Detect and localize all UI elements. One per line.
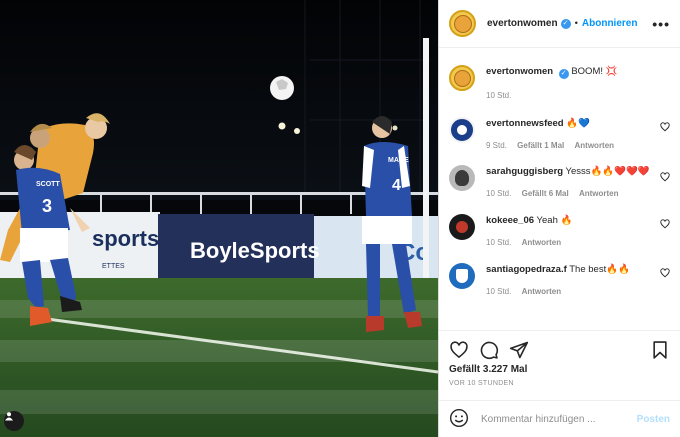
comment: evertonnewsfeed 🔥💙 9 Std. Gefällt 1 Mal … xyxy=(449,102,670,152)
comment-likes[interactable]: Gefällt 6 Mal xyxy=(522,189,569,198)
caption-avatar[interactable] xyxy=(449,65,475,91)
shirt-right-name: MACE xyxy=(388,157,409,164)
add-comment-bar: Kommentar hinzufügen ... Posten xyxy=(439,400,680,437)
match-photo: sports ETTES BoyleSports Co SCOTT 3 MACE… xyxy=(0,0,438,437)
board-text-boyle: BoyleSports xyxy=(190,238,320,263)
comment-text: 🔥💙 xyxy=(566,118,590,129)
tagged-users-icon[interactable] xyxy=(4,411,24,431)
comment-username[interactable]: evertonnewsfeed xyxy=(486,118,564,129)
like-heart-icon[interactable] xyxy=(449,340,469,360)
author-username[interactable]: evertonwomen xyxy=(487,18,558,29)
reply-button[interactable]: Antworten xyxy=(522,238,562,247)
comment-avatar[interactable] xyxy=(449,117,475,143)
save-bookmark-icon[interactable] xyxy=(650,340,670,360)
post-side-panel: evertonwomen ✓ • Abonnieren ••• evertonw… xyxy=(438,0,680,437)
shirt-right-number: 4 xyxy=(392,177,401,194)
comment-time[interactable]: 10 Std. xyxy=(486,287,511,296)
comment-avatar[interactable] xyxy=(449,263,475,289)
like-comment-heart-icon[interactable] xyxy=(660,122,670,135)
comments-list: evertonwomen ✓ BOOM! 💢 10 Std. evertonne… xyxy=(439,48,680,330)
comment-time[interactable]: 10 Std. xyxy=(486,189,511,198)
board-text-sports: sports xyxy=(92,226,159,251)
post-comment-button[interactable]: Posten xyxy=(637,414,670,425)
comment-username[interactable]: sarahguggisberg xyxy=(486,166,563,177)
comment-avatar[interactable] xyxy=(449,214,475,240)
comment-likes[interactable]: Gefällt 1 Mal xyxy=(517,141,564,150)
comment: sarahguggisberg Yesss🔥🔥❤️❤️❤️ 10 Std. Ge… xyxy=(449,152,670,200)
follow-button[interactable]: Abonnieren xyxy=(582,18,638,29)
instagram-post-view: sports ETTES BoyleSports Co SCOTT 3 MACE… xyxy=(0,0,680,437)
comment-time[interactable]: 10 Std. xyxy=(486,238,511,247)
header-separator: • xyxy=(574,18,578,29)
caption-time[interactable]: 10 Std. xyxy=(486,91,511,100)
board-text-sub: ETTES xyxy=(102,263,125,270)
like-comment-heart-icon[interactable] xyxy=(660,219,670,232)
comment: kokeee_06 Yeah 🔥 10 Std. Antworten xyxy=(449,200,670,249)
share-paper-plane-icon[interactable] xyxy=(509,340,529,360)
comment-text: Yesss🔥🔥❤️❤️❤️ xyxy=(565,166,650,177)
comment-bubble-icon[interactable] xyxy=(479,340,499,360)
caption-username[interactable]: evertonwomen xyxy=(486,66,553,77)
like-comment-heart-icon[interactable] xyxy=(660,268,670,281)
comment-text: The best🔥🔥 xyxy=(569,264,630,275)
post-actions: Gefällt 3.227 Mal VOR 10 STUNDEN xyxy=(439,330,680,400)
verified-badge-icon: ✓ xyxy=(558,69,569,79)
more-options-icon[interactable]: ••• xyxy=(652,16,670,32)
shirt-left-number: 3 xyxy=(42,196,52,216)
comment-avatar[interactable] xyxy=(449,165,475,191)
post-photo[interactable]: sports ETTES BoyleSports Co SCOTT 3 MACE… xyxy=(0,0,438,437)
shirt-left-name: SCOTT xyxy=(36,181,60,188)
comment-username[interactable]: santiagopedraza.f xyxy=(486,264,567,275)
likes-count[interactable]: Gefällt 3.227 Mal xyxy=(449,364,670,375)
verified-badge-icon: ✓ xyxy=(560,18,571,29)
like-comment-heart-icon[interactable] xyxy=(660,172,670,185)
reply-button[interactable]: Antworten xyxy=(579,189,619,198)
caption: evertonwomen ✓ BOOM! 💢 10 Std. xyxy=(449,48,670,102)
reply-button[interactable]: Antworten xyxy=(575,141,615,150)
caption-text: BOOM! 💢 xyxy=(571,66,618,77)
emoji-icon[interactable] xyxy=(449,408,469,431)
comment-text: Yeah 🔥 xyxy=(536,215,573,226)
comment-input[interactable]: Kommentar hinzufügen ... xyxy=(481,414,596,425)
post-timestamp[interactable]: VOR 10 STUNDEN xyxy=(449,380,670,387)
post-header: evertonwomen ✓ • Abonnieren ••• xyxy=(439,0,680,48)
comment-time[interactable]: 9 Std. xyxy=(486,141,507,150)
comment: santiagopedraza.f The best🔥🔥 10 Std. Ant… xyxy=(449,249,670,298)
reply-button[interactable]: Antworten xyxy=(522,287,562,296)
comment-username[interactable]: kokeee_06 xyxy=(486,215,534,226)
author-avatar[interactable] xyxy=(449,10,476,37)
